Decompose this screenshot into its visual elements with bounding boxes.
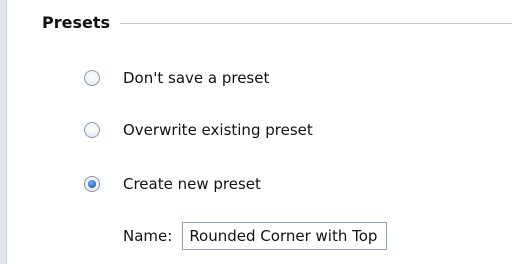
presets-group-header: Presets — [42, 10, 512, 36]
radio-label-dont-save: Don't save a preset — [123, 69, 270, 87]
preset-name-label: Name: — [123, 227, 173, 245]
radio-button-create-new[interactable] — [84, 176, 100, 192]
presets-group-title: Presets — [42, 10, 121, 36]
preset-name-row: Name: — [123, 218, 388, 254]
radio-button-dont-save[interactable] — [84, 70, 100, 86]
radio-option-dont-save[interactable]: Don't save a preset — [84, 64, 269, 92]
preset-name-input[interactable] — [182, 222, 388, 250]
radio-label-create-new: Create new preset — [123, 175, 261, 193]
panel-edge-line — [6, 0, 7, 264]
radio-option-overwrite[interactable]: Overwrite existing preset — [84, 116, 313, 144]
radio-option-create-new[interactable]: Create new preset — [84, 170, 261, 198]
radio-label-overwrite: Overwrite existing preset — [123, 121, 313, 139]
radio-button-overwrite[interactable] — [84, 122, 100, 138]
presets-panel: Presets Don't save a preset Overwrite ex… — [0, 0, 528, 264]
